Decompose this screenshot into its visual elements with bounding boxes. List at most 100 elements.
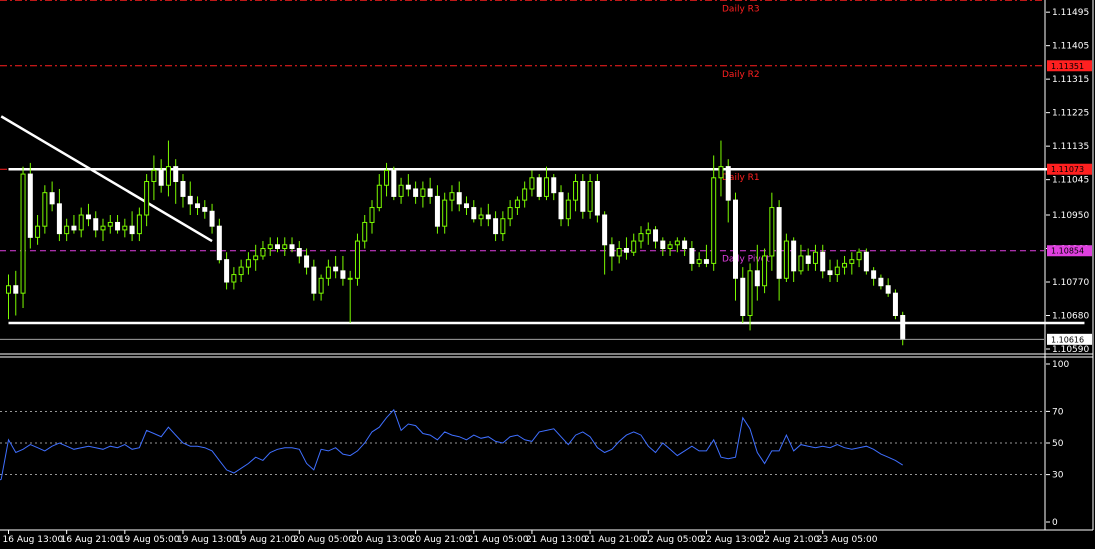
oscillator-tick-label: 0 — [1052, 518, 1058, 528]
candle-body — [754, 270, 760, 287]
oscillator-tick-label: 30 — [1052, 471, 1064, 481]
candle-body — [769, 207, 775, 257]
candle-body — [602, 214, 608, 246]
candle-body — [878, 277, 884, 287]
candle[interactable] — [27, 162, 33, 249]
candle-body — [384, 169, 390, 186]
candle-body — [507, 207, 513, 220]
candle-body — [653, 229, 659, 242]
candle-body — [56, 203, 62, 235]
candle-body — [85, 214, 91, 220]
candle-body — [805, 255, 811, 264]
candle-body — [209, 210, 215, 227]
time-tick-label: 19 Aug 21:00 — [235, 535, 296, 545]
candle[interactable] — [892, 289, 898, 320]
candle-body — [834, 266, 840, 276]
candle-body — [187, 195, 193, 205]
candle-body — [274, 244, 280, 250]
candle-body — [711, 177, 717, 264]
time-tick-label: 16 Aug 21:00 — [61, 535, 122, 545]
candle-body — [13, 285, 19, 294]
time-tick-label: 23 Aug 05:00 — [817, 535, 878, 545]
candle-body — [325, 266, 331, 279]
time-tick-label: 22 Aug 21:00 — [759, 535, 820, 545]
candle[interactable] — [20, 166, 26, 309]
candle-body — [871, 270, 877, 279]
candle-body — [609, 244, 615, 257]
candle-body — [260, 248, 266, 257]
candle-body — [391, 169, 397, 197]
candle-body — [42, 192, 48, 227]
candle-body — [267, 244, 273, 250]
candle-body — [682, 240, 688, 250]
candle-body — [427, 188, 433, 197]
candle[interactable] — [594, 174, 600, 223]
candle-body — [64, 225, 70, 235]
candle[interactable] — [863, 248, 869, 275]
candle-body — [558, 192, 564, 220]
candle-body — [849, 259, 855, 264]
candle-body — [231, 274, 237, 283]
candle-body — [195, 203, 201, 209]
price-tick-label: 1.11225 — [1052, 109, 1089, 119]
candle-body — [180, 181, 186, 197]
candle-body — [798, 255, 804, 272]
level-badge-label: 1.11351 — [1051, 62, 1084, 71]
candle-body — [442, 199, 448, 227]
candle-body — [354, 240, 360, 279]
candle-body — [522, 188, 528, 201]
level-label-daily-r3: Daily R3 — [722, 4, 760, 14]
candle-body — [631, 240, 637, 253]
candle[interactable] — [42, 185, 48, 234]
candle[interactable] — [783, 233, 789, 283]
candle[interactable] — [391, 166, 397, 201]
candle-body — [245, 259, 251, 268]
candle-body — [253, 255, 259, 261]
candle-body — [376, 184, 382, 209]
candle-body — [623, 248, 629, 253]
candle-body — [405, 184, 411, 190]
trading-chart[interactable]: Daily R3Daily R2Daily R1Daily Pivot1.114… — [0, 0, 1095, 549]
candle-body — [863, 251, 869, 272]
candle-body — [892, 292, 898, 317]
candle-body — [580, 181, 586, 212]
candle-body — [449, 192, 455, 201]
candle-body — [347, 277, 353, 280]
candle-body — [333, 266, 339, 272]
oscillator-tick-label: 100 — [1052, 360, 1069, 370]
candle-body — [434, 195, 440, 227]
candle-body — [224, 259, 230, 283]
candle-body — [536, 177, 542, 197]
candle-body — [136, 214, 142, 235]
candle-body — [667, 244, 673, 250]
time-tick-label: 22 Aug 05:00 — [642, 535, 703, 545]
candle-body — [289, 244, 295, 250]
candle-body — [6, 285, 11, 294]
candle-body — [78, 214, 84, 231]
time-tick-label: 20 Aug 21:00 — [410, 535, 471, 545]
candle-body — [49, 192, 55, 205]
time-tick-label: 19 Aug 13:00 — [177, 535, 238, 545]
candle-body — [529, 177, 535, 190]
price-tick-label: 1.10680 — [1052, 312, 1089, 322]
candle-body — [216, 225, 222, 261]
candle[interactable] — [354, 233, 360, 286]
time-tick-label: 16 Aug 13:00 — [3, 535, 64, 545]
price-tick-label: 1.11045 — [1052, 176, 1089, 186]
level-label-daily-r2: Daily R2 — [722, 70, 760, 80]
candle-body — [202, 207, 208, 212]
time-tick-label: 21 Aug 05:00 — [468, 535, 529, 545]
current-price-label: 1.10616 — [1051, 335, 1084, 344]
price-tick-label: 1.11405 — [1052, 42, 1089, 52]
candle[interactable] — [536, 174, 542, 201]
time-tick-label: 21 Aug 21:00 — [584, 535, 645, 545]
time-tick-label: 22 Aug 13:00 — [700, 535, 761, 545]
candle-body — [471, 207, 477, 220]
candle-body — [282, 244, 288, 250]
level-badge-label: 1.10854 — [1051, 247, 1084, 256]
candle-body — [776, 207, 782, 279]
candle-body — [514, 199, 520, 209]
candle-body — [20, 173, 26, 294]
candle-body — [144, 181, 150, 216]
candle-body — [783, 240, 789, 279]
